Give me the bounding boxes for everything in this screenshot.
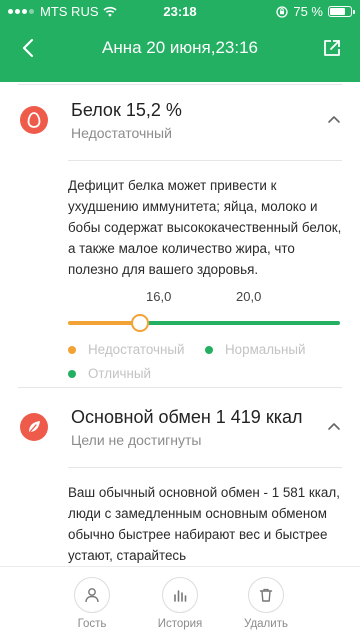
protein-icon-badge (20, 106, 48, 134)
legend-item-insufficient: Недостаточный (68, 342, 185, 357)
protein-title: Белок 15,2 % (71, 100, 182, 120)
guest-label: Гость (77, 618, 107, 630)
legend-item-excellent: Отличный (68, 366, 151, 381)
protein-description: Дефицит белка может привести к ухудшению… (68, 178, 342, 277)
scale-label-high: 20,0 (236, 289, 262, 304)
delete-label: Удалить (244, 618, 288, 630)
leaf-icon (28, 421, 40, 434)
share-button[interactable] (318, 34, 346, 62)
delete-button[interactable]: Удалить (228, 577, 304, 630)
trash-icon (259, 588, 273, 602)
legend-item-normal: Нормальный (205, 342, 306, 357)
divider (68, 467, 342, 468)
navbar: Анна 20 июня,23:16 (0, 28, 360, 68)
bar-chart-icon (174, 590, 187, 602)
report-content[interactable]: Белок 15,2 % Недостаточный Дефицит белка… (0, 82, 360, 566)
legend-label: Недостаточный (88, 342, 185, 357)
protein-status: Недостаточный (71, 125, 172, 141)
legend-dot-green (68, 369, 76, 378)
history-label: История (157, 618, 203, 630)
legend-dot-orange (68, 345, 76, 354)
chevron-up-icon[interactable] (326, 112, 342, 128)
scale-label-low: 16,0 (146, 289, 172, 304)
battery-percent: 75 % (293, 4, 323, 19)
bmr-status: Цели не достигнуты (71, 432, 202, 448)
status-bar: MTS RUS 23:18 75 % (0, 0, 360, 22)
scale-segment-low (68, 321, 140, 325)
guest-icon-circle (74, 577, 110, 613)
bmr-section-header[interactable]: Основной обмен 1 419 ккал Цели не достиг… (0, 391, 360, 461)
protein-value-marker (131, 314, 149, 332)
divider (18, 387, 342, 388)
orientation-lock-icon (276, 5, 289, 18)
history-icon-circle (162, 577, 198, 613)
protein-section-header[interactable]: Белок 15,2 % Недостаточный (0, 84, 360, 154)
chevron-up-icon[interactable] (326, 419, 342, 435)
protein-scale-bar (68, 321, 340, 325)
user-icon (85, 588, 99, 603)
history-button[interactable]: История (142, 577, 218, 630)
legend-label: Отличный (88, 366, 152, 381)
legend-label: Нормальный (225, 342, 306, 357)
bmr-title: Основной обмен 1 419 ккал (71, 407, 303, 427)
status-right: 75 % (276, 4, 355, 19)
bmr-icon-badge (20, 413, 48, 441)
guest-button[interactable]: Гость (54, 577, 130, 630)
scale-segment-normal (148, 321, 340, 325)
egg-icon (27, 112, 41, 128)
page-title: Анна 20 июня,23:16 (101, 38, 259, 57)
delete-icon-circle (248, 577, 284, 613)
bmr-description: Ваш обычный основной обмен - 1 581 ккал,… (68, 485, 340, 563)
share-icon (324, 40, 340, 56)
battery-icon (328, 6, 355, 17)
bottom-toolbar: Гость История Удалить (0, 566, 360, 640)
header-bar: MTS RUS 23:18 75 % Анна 20 июня,23:16 (0, 0, 360, 82)
legend-dot-green (205, 345, 213, 354)
divider (68, 160, 342, 161)
